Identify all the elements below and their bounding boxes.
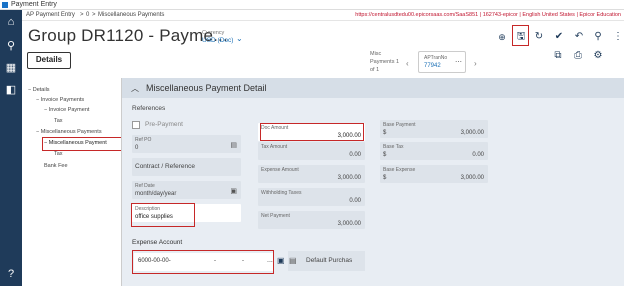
search-icon[interactable]: ⚲ (592, 31, 604, 43)
expense-amount-field: Expense Amount 3,000.00 (258, 165, 365, 183)
navigation-tree: − Details − Invoice Payments − Invoice P… (22, 78, 133, 286)
tree-item-tax[interactable]: Tax (54, 151, 63, 157)
search-icon[interactable]: ⚲ (5, 40, 17, 52)
tree-item-bank-fee[interactable]: Bank Fee (44, 163, 68, 169)
base-expense-currency: $ (383, 175, 387, 181)
base-expense-value: 3,000.00 (460, 175, 484, 181)
detail-panel: ︿ Miscellaneous Payment Detail Reference… (122, 78, 624, 286)
breadcrumb-separator: > (92, 12, 96, 18)
breadcrumb-ap-payment-entry[interactable]: AP Payment Entry (26, 10, 75, 21)
misc-payments-counter: Misc Payments 1 of 1 (370, 51, 400, 73)
help-icon[interactable]: ? (5, 268, 17, 280)
account-lookup-icon[interactable]: ▣ (277, 256, 285, 265)
base-expense-field: Base Expense $ 3,000.00 (380, 165, 488, 183)
more-icon[interactable]: ⋮ (612, 31, 624, 43)
withholding-taxes-label: Withholding Taxes (261, 190, 302, 196)
tree-item-invoice-payment[interactable]: − Invoice Payment (44, 107, 89, 113)
ellipsis-icon[interactable]: ⋯ (455, 58, 462, 66)
page-title: Group DR1120 - Payme... (28, 26, 228, 45)
ref-po-label: Ref PO (135, 137, 152, 143)
details-button[interactable]: Details (27, 52, 71, 69)
calendar-icon[interactable]: ▣ (230, 187, 237, 195)
next-arrow-icon[interactable]: › (474, 59, 477, 68)
currency-label: Currency (202, 30, 225, 36)
expense-amount-label: Expense Amount (261, 167, 299, 173)
page-header: Group DR1120 - Payme... Currency USD (Do… (22, 21, 624, 78)
home-icon[interactable]: ⌂ (5, 16, 17, 28)
chevron-up-icon[interactable]: ︿ (131, 83, 139, 94)
window-title: Payment Entry (11, 1, 57, 8)
net-payment-value: 3,000.00 (337, 221, 361, 227)
base-tax-currency: $ (383, 152, 387, 158)
base-expense-label: Base Expense (383, 167, 416, 173)
base-payment-value: 3,000.00 (460, 130, 484, 136)
default-purchase-field[interactable]: Default Purchas (288, 251, 365, 271)
save-highlight (512, 25, 529, 46)
base-payment-label: Base Payment (383, 122, 416, 128)
settings-icon[interactable]: ⚙ (592, 50, 604, 62)
breadcrumb-misc-payments[interactable]: Miscellaneous Payments (98, 10, 164, 21)
ref-date-field[interactable]: Ref Date month/day/year ▣ (132, 181, 241, 199)
ap-tran-label: APTranNo (424, 55, 448, 61)
base-tax-label: Base Tax (383, 144, 404, 150)
ref-po-field[interactable]: Ref PO 0 ▤ (132, 135, 241, 153)
tree-item-invoice-payments[interactable]: − Invoice Payments (36, 97, 84, 103)
default-purchase-label: Default Purchas (306, 257, 353, 264)
dashboard-icon[interactable]: ◧ (5, 84, 17, 96)
contract-reference-field[interactable]: Contract / Reference (132, 158, 241, 176)
tax-amount-value: 0.00 (349, 152, 361, 158)
left-rail: ⌂ ⚲ ▦ ◧ ? (0, 10, 22, 286)
base-tax-value: 0.00 (472, 152, 484, 158)
section-header[interactable]: ︿ Miscellaneous Payment Detail (122, 78, 624, 98)
base-payment-field: Base Payment $ 3,000.00 (380, 120, 488, 138)
ap-tran-value: 77942 (424, 63, 441, 69)
tax-amount-field: Tax Amount 0.00 (258, 142, 365, 160)
document-icon[interactable]: ▤ (230, 141, 237, 149)
expense-amount-value: 3,000.00 (337, 175, 361, 181)
account-info-icon[interactable]: ▤ (289, 256, 297, 265)
add-icon[interactable]: ⊕ (496, 31, 508, 43)
description-highlight (131, 203, 195, 227)
breadcrumb-separator: > (80, 12, 84, 18)
withholding-taxes-value: 0.00 (349, 198, 361, 204)
pre-payment-label: Pre-Payment (145, 121, 183, 128)
app-icon (2, 2, 8, 8)
tax-amount-label: Tax Amount (261, 144, 288, 150)
section-title: Miscellaneous Payment Detail (146, 83, 267, 93)
ref-date-label: Ref Date (135, 183, 155, 189)
ap-tran-card[interactable]: APTranNo 77942 ⋯ (418, 51, 466, 73)
undo-icon[interactable]: ↶ (573, 31, 585, 43)
environment-info: https://centralusdtedu00.epicorsaas.com/… (355, 12, 621, 18)
brush-icon[interactable]: ✔ (553, 31, 565, 43)
ref-po-value: 0 (135, 145, 139, 151)
print-icon[interactable]: ⎙ (572, 50, 584, 62)
open-external-icon[interactable]: ⧉ (552, 50, 564, 62)
refresh-icon[interactable]: ↻ (533, 31, 545, 43)
tree-selection-highlight (42, 137, 133, 151)
ref-date-value: month/day/year (135, 191, 177, 197)
withholding-taxes-field: Withholding Taxes 0.00 (258, 188, 365, 206)
chevron-down-icon[interactable]: ⌄ (236, 34, 243, 43)
contract-reference-label: Contract / Reference (135, 163, 195, 170)
net-payment-label: Net Payment (261, 213, 290, 219)
window-titlebar: Payment Entry (0, 0, 624, 10)
currency-value[interactable]: USD (Doc) (202, 37, 233, 44)
breadcrumb-group[interactable]: 0 (86, 10, 89, 21)
base-payment-currency: $ (383, 130, 387, 136)
expense-account-label: Expense Account (132, 239, 183, 246)
doc-amount-highlight (260, 123, 364, 141)
apps-grid-icon[interactable]: ▦ (5, 62, 17, 74)
base-tax-field: Base Tax $ 0.00 (380, 142, 488, 160)
pre-payment-checkbox[interactable] (132, 121, 140, 129)
expense-account-highlight (132, 250, 274, 274)
breadcrumb: AP Payment Entry > 0 > Miscellaneous Pay… (22, 10, 624, 21)
tree-item-details[interactable]: − Details (28, 87, 50, 93)
net-payment-field: Net Payment 3,000.00 (258, 211, 365, 229)
references-label: References (132, 105, 166, 112)
tree-item-tax[interactable]: Tax (54, 118, 63, 124)
tree-item-misc-payments[interactable]: − Miscellaneous Payments (36, 129, 102, 135)
previous-arrow-icon[interactable]: ‹ (406, 59, 409, 68)
